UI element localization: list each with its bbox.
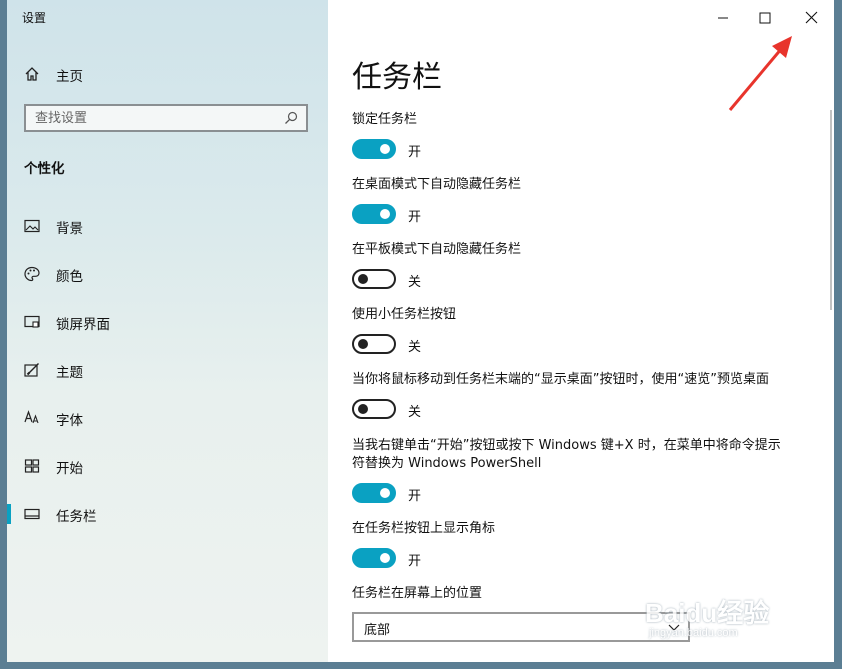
sidebar-item-label: 锁屏界面: [56, 317, 110, 333]
sidebar-item-home[interactable]: 主页: [7, 56, 328, 92]
setting-label: 在桌面模式下自动隐藏任务栏: [352, 177, 522, 192]
sidebar-item-label: 主页: [56, 69, 83, 85]
taskbar-icon: [24, 508, 40, 520]
toggle-state: 开: [408, 145, 422, 160]
watermark-url: jingyan.baidu.com: [649, 627, 738, 639]
sidebar-item-label: 背景: [56, 221, 83, 237]
window-title: 设置: [22, 11, 47, 25]
baidu-watermark: Baidu经验 jingyan.baidu.com: [645, 593, 805, 653]
sidebar-item-start[interactable]: 开始: [7, 448, 328, 484]
annotation-arrow-icon: [728, 36, 792, 111]
toggle-state: 关: [408, 275, 422, 290]
toggle-state: 开: [408, 554, 422, 569]
sidebar-item-fonts[interactable]: 字体: [7, 400, 328, 436]
dropdown-value: 底部: [364, 623, 391, 638]
sidebar-item-lock-screen[interactable]: 锁屏界面: [7, 304, 328, 340]
search-icon[interactable]: [284, 111, 298, 125]
picture-icon: [24, 219, 40, 233]
search-input[interactable]: [26, 106, 275, 130]
start-icon: [24, 459, 40, 473]
search-box[interactable]: [24, 104, 308, 132]
active-indicator: [7, 504, 11, 524]
badges-toggle[interactable]: [352, 548, 396, 568]
powershell-toggle[interactable]: [352, 483, 396, 503]
toggle-state: 关: [408, 340, 422, 355]
sidebar-item-label: 任务栏: [56, 509, 97, 525]
font-icon: [24, 410, 39, 424]
setting-label: 当我右键单击“开始”按钮或按下 Windows 键+X 时，在菜单中将命令提示符…: [352, 438, 781, 471]
section-title: 个性化: [24, 161, 65, 177]
lock-taskbar-toggle[interactable]: [352, 139, 396, 159]
setting-label: 当你将鼠标移动到任务栏末端的“显示桌面”按钮时，使用“速览”预览桌面: [352, 372, 769, 387]
sidebar-item-label: 颜色: [56, 269, 83, 285]
taskbar-position-dropdown[interactable]: 底部: [352, 612, 690, 642]
setting-label: 在平板模式下自动隐藏任务栏: [352, 242, 522, 257]
theme-icon: [24, 363, 39, 377]
sidebar-item-label: 开始: [56, 461, 83, 477]
setting-label: 在任务栏按钮上显示角标: [352, 521, 496, 536]
sidebar: 设置 主页 个性化 背景 颜色 锁屏界面 主题 字体: [7, 0, 328, 662]
scrollbar[interactable]: [830, 110, 832, 310]
autohide-tablet-toggle[interactable]: [352, 269, 396, 289]
small-buttons-toggle[interactable]: [352, 334, 396, 354]
sidebar-item-themes[interactable]: 主题: [7, 352, 328, 388]
page-title: 任务栏: [352, 60, 442, 95]
lock-screen-icon: [24, 315, 40, 328]
setting-label: 使用小任务栏按钮: [352, 307, 457, 322]
sidebar-item-taskbar[interactable]: 任务栏: [7, 496, 328, 532]
autohide-desktop-toggle[interactable]: [352, 204, 396, 224]
toggle-state: 开: [408, 210, 422, 225]
home-icon: [25, 67, 39, 81]
sidebar-item-background[interactable]: 背景: [7, 208, 328, 244]
sidebar-item-colors[interactable]: 颜色: [7, 256, 328, 292]
toggle-state: 开: [408, 489, 422, 504]
sidebar-item-label: 主题: [56, 365, 83, 381]
palette-icon: [24, 266, 40, 282]
peek-toggle[interactable]: [352, 399, 396, 419]
sidebar-item-label: 字体: [56, 413, 83, 429]
settings-window: 设置 主页 个性化 背景 颜色 锁屏界面 主题 字体: [7, 0, 834, 662]
toggle-state: 关: [408, 405, 422, 420]
watermark-brand: Baidu经验: [645, 598, 770, 628]
